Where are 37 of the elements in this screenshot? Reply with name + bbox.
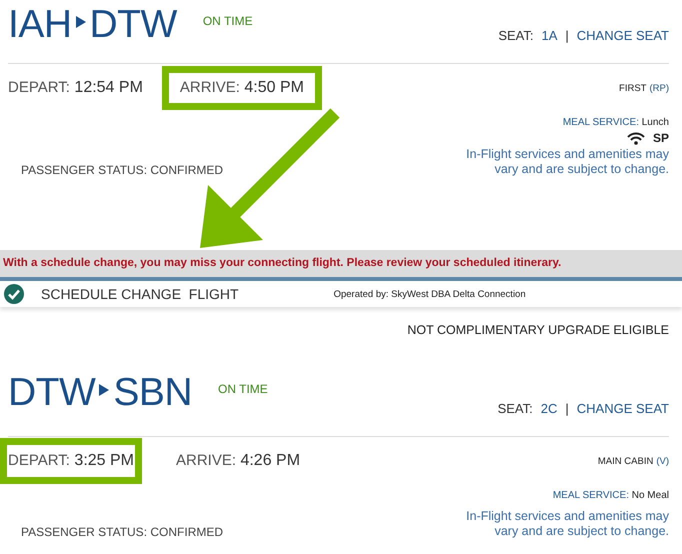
entertainment-code: SP	[652, 131, 669, 145]
play-arrow-icon	[76, 16, 86, 28]
seat-label: SEAT:	[498, 28, 534, 43]
origin-code: DTW	[8, 371, 96, 415]
meal-value: Lunch	[642, 117, 669, 128]
flight-status: ON TIME	[218, 382, 268, 396]
fare-class-link[interactable]: (RP)	[649, 82, 669, 94]
passenger-status: PASSENGER STATUS: CONFIRMED	[21, 525, 224, 539]
cabin-class: FIRST	[619, 82, 646, 94]
meal-label: MEAL SERVICE:	[562, 117, 639, 128]
schedule-change-title: SCHEDULE CHANGE FLIGHT	[41, 286, 239, 302]
cabin-class: MAIN CABIN	[598, 456, 654, 466]
operator-text: Operated by: SkyWest DBA Delta Connection	[334, 288, 526, 300]
destination-code: DTW	[90, 3, 177, 47]
services-note: In-Flight services and amenities may vary and are subject to change.	[465, 147, 669, 177]
meal-value: No Meal	[632, 490, 669, 501]
services-note: In-Flight services and amenities may vary and are subject to change.	[465, 509, 669, 539]
origin-code: IAH	[8, 3, 72, 47]
seat-link[interactable]: 1A	[541, 28, 558, 43]
change-seat-link[interactable]: CHANGE SEAT	[576, 28, 669, 43]
change-seat-link[interactable]: CHANGE SEAT	[576, 401, 669, 416]
arrive-time: ARRIVE: 4:26 PM	[175, 451, 302, 471]
fare-class-link[interactable]: (V)	[656, 456, 669, 466]
destination-code: SBN	[113, 371, 192, 415]
alert-message: With a schedule change, you may miss your connecting flight. Please review your scheduled itinerary.	[0, 250, 682, 281]
meal-label: MEAL SERVICE:	[552, 490, 629, 501]
seat-label: SEAT:	[498, 401, 533, 416]
separator: |	[565, 401, 569, 416]
flight-status: ON TIME	[202, 14, 253, 28]
arrive-time: ARRIVE: 4:50 PM	[162, 66, 322, 110]
play-arrow-icon	[99, 384, 110, 396]
depart-time: DEPART: 3:25 PM	[0, 438, 142, 484]
separator: |	[565, 28, 569, 43]
depart-time: DEPART: 12:54 PM	[7, 78, 144, 98]
seat-link[interactable]: 2C	[540, 401, 558, 416]
upgrade-note: NOT COMPLIMENTARY UPGRADE ELIGIBLE	[406, 322, 670, 339]
passenger-status: PASSENGER STATUS: CONFIRMED	[21, 163, 224, 177]
